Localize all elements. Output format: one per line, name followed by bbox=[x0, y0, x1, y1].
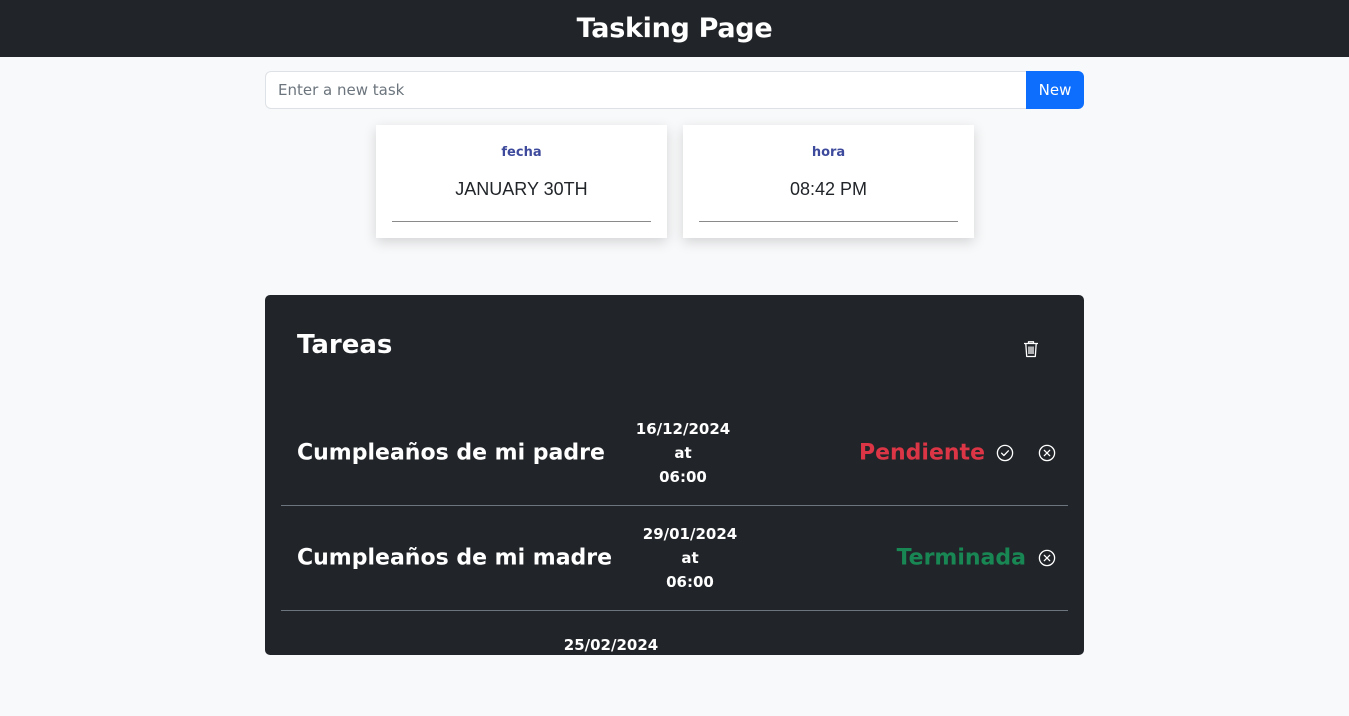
time-card-divider bbox=[699, 221, 958, 222]
time-card: hora 08:42 PM bbox=[683, 125, 974, 238]
trash-icon[interactable] bbox=[1023, 340, 1039, 358]
task-time: 06:00 bbox=[659, 468, 707, 486]
page-title: Tasking Page bbox=[576, 13, 773, 44]
navbar: Tasking Page bbox=[0, 0, 1349, 57]
task-row: 25/02/2024 bbox=[281, 611, 1068, 716]
date-card-value: JANUARY 30TH bbox=[455, 179, 588, 199]
task-at: at bbox=[674, 444, 692, 462]
task-date: 16/12/2024 bbox=[635, 420, 731, 438]
check-circle-icon[interactable] bbox=[996, 444, 1014, 462]
tasks-title: Tareas bbox=[297, 330, 393, 360]
task-datetime: 29/01/2024 at 06:00 bbox=[625, 522, 755, 594]
close-circle-icon[interactable] bbox=[1038, 444, 1056, 462]
tasks-panel: Tareas Cumpleaños de mi padre 16/12/2024… bbox=[265, 295, 1084, 655]
new-task-button[interactable]: New bbox=[1026, 71, 1084, 109]
time-card-value: 08:42 PM bbox=[789, 179, 868, 199]
date-card-label: fecha bbox=[501, 145, 542, 160]
task-at: at bbox=[681, 549, 699, 567]
task-time: 06:00 bbox=[666, 573, 714, 591]
task-row: Cumpleaños de mi padre 16/12/2024 at 06:… bbox=[281, 401, 1068, 506]
task-status-done: Terminada bbox=[896, 545, 1026, 571]
close-circle-icon[interactable] bbox=[1038, 549, 1056, 567]
task-date: 25/02/2024 bbox=[563, 636, 659, 654]
task-date: 29/01/2024 bbox=[642, 525, 738, 543]
task-row: Cumpleaños de mi madre 29/01/2024 at 06:… bbox=[281, 506, 1068, 611]
task-datetime: 16/12/2024 at 06:00 bbox=[618, 417, 748, 489]
task-name: Cumpleaños de mi padre bbox=[297, 440, 605, 466]
task-name: Cumpleaños de mi madre bbox=[297, 545, 613, 571]
date-card: fecha JANUARY 30TH bbox=[376, 125, 667, 238]
new-task-form: New bbox=[265, 71, 1084, 109]
date-card-divider bbox=[392, 221, 651, 222]
time-card-label: hora bbox=[811, 145, 846, 160]
task-datetime: 25/02/2024 bbox=[546, 633, 676, 657]
new-task-input[interactable] bbox=[265, 71, 1026, 109]
task-status-pending: Pendiente bbox=[858, 440, 985, 466]
